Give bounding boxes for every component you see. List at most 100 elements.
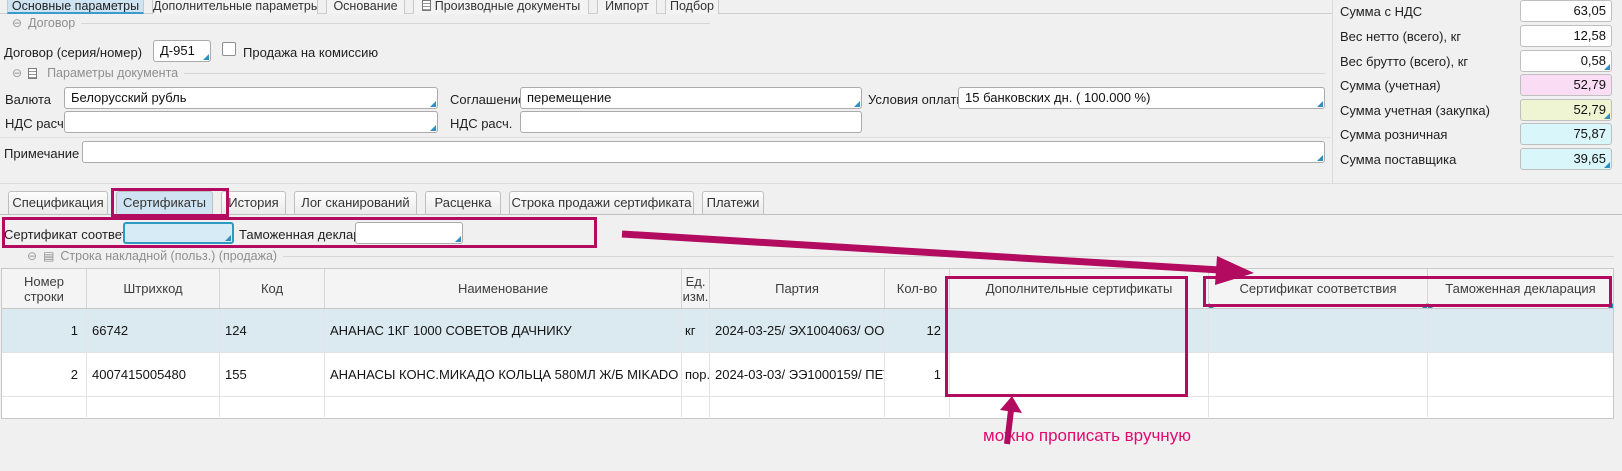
currency-field[interactable]: Белорусский рубль [64, 87, 438, 109]
col-header-code[interactable]: Код [220, 269, 325, 308]
field-grip-icon [1317, 101, 1323, 107]
tab-scan-log[interactable]: Лог сканирований [294, 191, 417, 215]
retail-sum-field[interactable]: 75,87 [1520, 123, 1612, 145]
vat-left-label: НДС расч. [5, 116, 67, 131]
payment-terms-label: Условия оплаты [868, 92, 966, 107]
col-header-label: Сертификат соответствия [1239, 281, 1396, 296]
field-grip-icon [455, 236, 461, 242]
cell-customs-declaration[interactable] [1428, 353, 1613, 396]
currency-value: Белорусский рубль [71, 90, 187, 105]
group-divider [81, 23, 710, 24]
cell-barcode[interactable]: 4007415005480 [87, 353, 220, 396]
editable-corner-icon [1422, 303, 1427, 308]
tab-payments[interactable]: Платежи [702, 191, 764, 215]
col-header-unit[interactable]: Ед. изм. [682, 269, 710, 308]
editable-corner-icon [1608, 303, 1613, 308]
invoice-rows-group-header: ⊖ ▤ Строка накладной (польз.) (продажа) [27, 249, 1614, 263]
tab-basis[interactable]: Основание [326, 0, 405, 14]
cell-certificate-conformity[interactable] [1209, 353, 1428, 396]
cell-unit[interactable]: кг [682, 309, 710, 352]
invoice-document-window: Основные параметры Дополнительные параме… [0, 0, 1622, 471]
field-grip-icon [1317, 155, 1323, 161]
cell-batch[interactable]: 2024-03-03/ ЭЭ1000159/ ПЕТРОК [710, 353, 885, 396]
purchase-sum-label: Сумма учетная (закупка) [1340, 103, 1490, 118]
commission-checkbox[interactable] [222, 42, 236, 56]
tab-certificates[interactable]: Сертификаты [116, 191, 213, 216]
payment-terms-field[interactable]: 15 банковских дн. ( 100.000 %) [958, 87, 1325, 109]
cell-barcode[interactable]: 66742 [87, 309, 220, 352]
contract-number-field[interactable]: Д-951 [153, 40, 211, 62]
cell-customs-declaration[interactable] [1428, 309, 1613, 352]
agreement-value: перемещение [527, 90, 611, 105]
tab-history[interactable]: История [221, 191, 286, 215]
field-grip-icon [430, 125, 436, 131]
cell-code[interactable]: 124 [220, 309, 325, 352]
col-header-extra-certificates[interactable]: Дополнительные сертификаты [950, 269, 1209, 308]
cell-unit[interactable]: пор. [682, 353, 710, 396]
table-row[interactable]: 1 66742 124 АНАНАС 1КГ 1000 СОВЕТОВ ДАЧН… [2, 309, 1613, 353]
cell-name[interactable]: АНАНАСЫ КОНС.МИКАДО КОЛЬЦА 580МЛ Ж/Б MIK… [325, 353, 682, 396]
tab-selection[interactable]: Подбор [665, 0, 719, 14]
net-weight-field[interactable]: 12,58 [1520, 25, 1612, 47]
cell-row-number[interactable]: 2 [2, 353, 87, 396]
purchase-sum-field[interactable]: 52,79 [1520, 99, 1612, 121]
retail-sum-label: Сумма розничная [1340, 127, 1447, 142]
tab-specification[interactable]: Спецификация [8, 191, 108, 215]
tab-main-params[interactable]: Основные параметры [7, 0, 144, 14]
annotation-note-text: можно прописать вручную [983, 426, 1191, 446]
tab-import[interactable]: Импорт [597, 0, 657, 14]
cell-quantity[interactable]: 12 [885, 309, 950, 352]
cell-extra-certificates[interactable] [950, 309, 1209, 352]
tab-pricing[interactable]: Расценка [425, 191, 501, 215]
cell-row-number[interactable]: 1 [2, 309, 87, 352]
collapse-icon[interactable]: ⊖ [12, 17, 22, 29]
agreement-label: Соглашение [450, 92, 525, 107]
table-row[interactable]: 2 4007415005480 155 АНАНАСЫ КОНС.МИКАДО … [2, 353, 1613, 397]
col-header-certificate-conformity[interactable]: Сертификат соответствия [1209, 269, 1428, 308]
agreement-field[interactable]: перемещение [520, 87, 862, 109]
accounting-sum-field[interactable]: 52,79 [1520, 74, 1612, 96]
col-header-label: Таможенная декларация [1445, 281, 1595, 296]
field-grip-icon [430, 101, 436, 107]
cell-code[interactable]: 155 [220, 353, 325, 396]
collapse-icon[interactable]: ⊖ [12, 67, 22, 79]
contract-group-header: ⊖ Договор [12, 16, 710, 30]
group-divider [184, 73, 1325, 74]
group-divider [283, 256, 1614, 257]
tab-additional-params[interactable]: Дополнительные параметры [152, 0, 318, 14]
contract-number-value: Д-951 [160, 43, 195, 58]
col-header-row-number[interactable]: Номер строки [2, 269, 87, 308]
certificate-conformity-input[interactable] [123, 222, 234, 244]
supplier-sum-label: Сумма поставщика [1340, 152, 1456, 167]
payment-terms-value: 15 банковских дн. ( 100.000 %) [965, 90, 1150, 105]
tab-certificate-sale-row[interactable]: Строка продажи сертификата [509, 191, 694, 215]
vat-left-field[interactable] [64, 111, 438, 133]
note-field[interactable] [82, 141, 1325, 163]
cell-extra-certificates[interactable] [950, 353, 1209, 396]
total-with-vat-label: Сумма с НДС [1340, 4, 1422, 19]
cell-quantity[interactable]: 1 [885, 353, 950, 396]
section-divider [0, 137, 1330, 138]
collapse-icon[interactable]: ⊖ [27, 250, 37, 262]
note-label: Примечание [4, 146, 79, 161]
pane-splitter[interactable] [1332, 0, 1333, 183]
col-header-customs-declaration[interactable]: Таможенная декларация [1428, 269, 1613, 308]
col-header-batch[interactable]: Партия [710, 269, 885, 308]
col-header-name[interactable]: Наименование [325, 269, 682, 308]
field-grip-icon [203, 54, 209, 60]
field-grip-icon [1604, 64, 1610, 70]
cell-certificate-conformity[interactable] [1209, 309, 1428, 352]
vat-right-field[interactable] [520, 111, 862, 133]
col-header-barcode[interactable]: Штрихкод [87, 269, 220, 308]
field-grip-icon [225, 235, 231, 241]
gross-weight-field[interactable]: 0,58 [1520, 50, 1612, 72]
cell-name[interactable]: АНАНАС 1КГ 1000 СОВЕТОВ ДАЧНИКУ [325, 309, 682, 352]
total-with-vat-field[interactable]: 63,05 [1520, 0, 1612, 22]
customs-declaration-input[interactable] [355, 222, 463, 244]
doc-params-group-title: Параметры документа [47, 66, 178, 80]
col-header-quantity[interactable]: Кол-во [885, 269, 950, 308]
currency-label: Валюта [5, 92, 51, 107]
cell-batch[interactable]: 2024-03-25/ ЭХ1004063/ ООО ПЕ [710, 309, 885, 352]
supplier-sum-field[interactable]: 39,65 [1520, 148, 1612, 170]
tab-derived-documents[interactable]: Производные документы [413, 0, 589, 14]
